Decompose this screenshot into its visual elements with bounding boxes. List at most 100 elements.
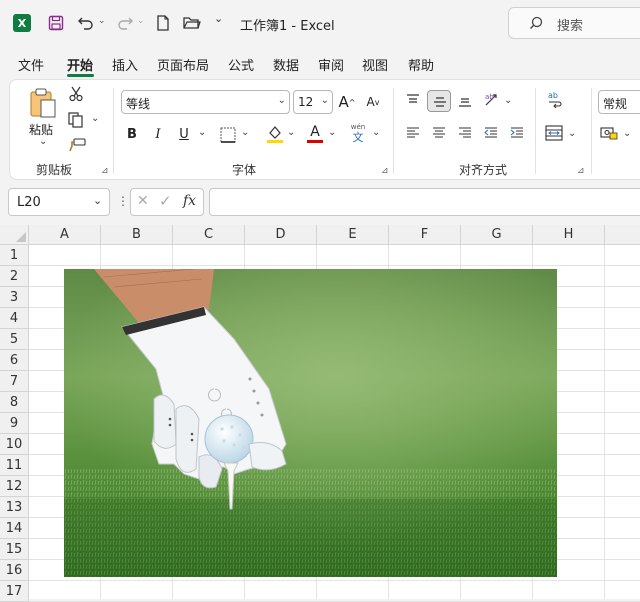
copy-dropdown-icon[interactable]: ⌄ [91, 113, 99, 124]
cancel-icon[interactable]: ✕ [137, 193, 149, 209]
column-header-b[interactable]: B [101, 225, 173, 245]
orientation-dropdown-icon[interactable]: ⌄ [504, 95, 512, 106]
wrap-text-icon[interactable]: ab [547, 90, 563, 111]
format-painter-icon[interactable] [68, 138, 86, 155]
row-header-8[interactable]: 8 [0, 392, 29, 413]
merge-center-icon[interactable] [545, 125, 563, 144]
column-header-g[interactable]: G [461, 225, 533, 245]
search-box[interactable]: 搜索 [508, 7, 640, 39]
cut-icon[interactable] [69, 86, 83, 105]
column-header-d[interactable]: D [245, 225, 317, 245]
column-header-partial[interactable] [605, 225, 640, 245]
select-all-button[interactable] [0, 225, 29, 245]
font-color-dropdown-icon[interactable]: ⌄ [328, 127, 336, 138]
row-header-14[interactable]: 14 [0, 518, 29, 539]
phonetic-guide-button[interactable]: wén 文 [350, 123, 366, 145]
tab-view[interactable]: 视图 [362, 55, 388, 74]
borders-dropdown-icon[interactable]: ⌄ [241, 127, 249, 138]
font-dialog-launcher-icon[interactable]: ⊿ [381, 166, 391, 176]
fill-color-icon[interactable] [266, 124, 284, 147]
font-name-combo[interactable]: 等线 ⌄ [121, 90, 290, 114]
accounting-dropdown-icon[interactable]: ⌄ [623, 128, 631, 139]
copy-icon[interactable] [68, 112, 84, 131]
redo-dropdown-icon[interactable]: ⌄ [137, 16, 145, 26]
name-box[interactable]: L20 ⌄ [8, 188, 110, 216]
align-left-icon[interactable] [406, 126, 420, 143]
column-header-a[interactable]: A [29, 225, 101, 245]
orientation-icon[interactable]: ab [484, 91, 502, 110]
new-file-icon[interactable] [152, 12, 174, 34]
tab-data[interactable]: 数据 [273, 55, 299, 74]
tab-formulas[interactable]: 公式 [228, 55, 254, 74]
row-header-12[interactable]: 12 [0, 476, 29, 497]
document-title: 工作簿1 - Excel [240, 19, 335, 34]
row-header-2[interactable]: 2 [0, 266, 29, 287]
increase-indent-icon[interactable] [510, 126, 524, 143]
paste-dropdown-icon[interactable]: ⌄ [39, 136, 47, 147]
italic-button[interactable]: I [150, 124, 166, 144]
tab-help[interactable]: 帮助 [408, 55, 434, 74]
column-header-h[interactable]: H [533, 225, 605, 245]
phonetic-dropdown-icon[interactable]: ⌄ [372, 127, 380, 138]
align-top-icon[interactable] [406, 93, 420, 110]
row-header-6[interactable]: 6 [0, 350, 29, 371]
search-icon [529, 16, 543, 33]
row-header-7[interactable]: 7 [0, 371, 29, 392]
clipboard-dialog-launcher-icon[interactable]: ⊿ [101, 166, 111, 176]
name-box-dropdown-icon[interactable]: ⌄ [93, 194, 102, 207]
save-icon[interactable] [45, 12, 67, 34]
align-right-icon[interactable] [458, 126, 472, 143]
accounting-format-icon[interactable] [600, 126, 618, 143]
decrease-indent-icon[interactable] [484, 126, 498, 143]
row-header-1[interactable]: 1 [0, 245, 29, 266]
row-header-10[interactable]: 10 [0, 434, 29, 455]
clipboard-group-label: 剪贴板 [36, 163, 73, 177]
row-header-3[interactable]: 3 [0, 287, 29, 308]
column-header-c[interactable]: C [173, 225, 245, 245]
number-format-combo[interactable]: 常规 [598, 90, 640, 114]
more-options-icon[interactable]: ⋮ [117, 194, 129, 208]
decrease-font-size-button[interactable]: Av [364, 92, 382, 112]
tab-insert[interactable]: 插入 [112, 55, 138, 74]
alignment-dialog-launcher-icon[interactable]: ⊿ [577, 166, 587, 176]
borders-icon[interactable] [220, 127, 236, 146]
customize-toolbar-icon[interactable]: ⌄ [214, 12, 223, 25]
row-header-13[interactable]: 13 [0, 497, 29, 518]
row-header-15[interactable]: 15 [0, 539, 29, 560]
align-bottom-icon[interactable] [458, 94, 472, 111]
enter-icon[interactable]: ✓ [159, 192, 172, 210]
bold-button[interactable]: B [124, 124, 140, 144]
font-size-combo[interactable]: 12 ⌄ [293, 90, 333, 114]
row-header-11[interactable]: 11 [0, 455, 29, 476]
active-tab-indicator [67, 74, 94, 77]
increase-font-size-button[interactable]: A ^ [338, 92, 356, 112]
redo-icon[interactable] [114, 12, 136, 34]
formula-input[interactable] [209, 188, 640, 216]
insert-function-button[interactable]: fx [183, 193, 196, 209]
merge-dropdown-icon[interactable]: ⌄ [568, 128, 576, 139]
paste-icon[interactable] [28, 88, 58, 123]
underline-button[interactable]: U [176, 124, 192, 144]
font-name-dropdown-icon[interactable]: ⌄ [278, 95, 286, 106]
column-header-f[interactable]: F [389, 225, 461, 245]
tab-file[interactable]: 文件 [18, 55, 44, 74]
column-header-e[interactable]: E [317, 225, 389, 245]
row-header-16[interactable]: 16 [0, 560, 29, 581]
golf-photo-image[interactable] [64, 269, 557, 577]
undo-dropdown-icon[interactable]: ⌄ [98, 16, 106, 26]
row-header-4[interactable]: 4 [0, 308, 29, 329]
tab-review[interactable]: 审阅 [318, 55, 344, 74]
underline-dropdown-icon[interactable]: ⌄ [198, 127, 206, 138]
open-folder-icon[interactable] [181, 12, 203, 34]
worksheet-grid[interactable]: ABCDEFGH 1 2 3 4 5 6 7 8 9 10 11 12 13 14 15 16 17 [0, 225, 640, 602]
align-center-icon[interactable] [432, 126, 446, 143]
fill-color-dropdown-icon[interactable]: ⌄ [287, 127, 295, 138]
tab-home[interactable]: 开始 [67, 55, 93, 74]
row-header-9[interactable]: 9 [0, 413, 29, 434]
font-color-button[interactable]: A [306, 124, 324, 144]
undo-icon[interactable] [75, 12, 97, 34]
font-size-dropdown-icon[interactable]: ⌄ [321, 95, 329, 106]
align-middle-button[interactable] [427, 90, 451, 112]
tab-page-layout[interactable]: 页面布局 [157, 55, 209, 74]
row-header-5[interactable]: 5 [0, 329, 29, 350]
